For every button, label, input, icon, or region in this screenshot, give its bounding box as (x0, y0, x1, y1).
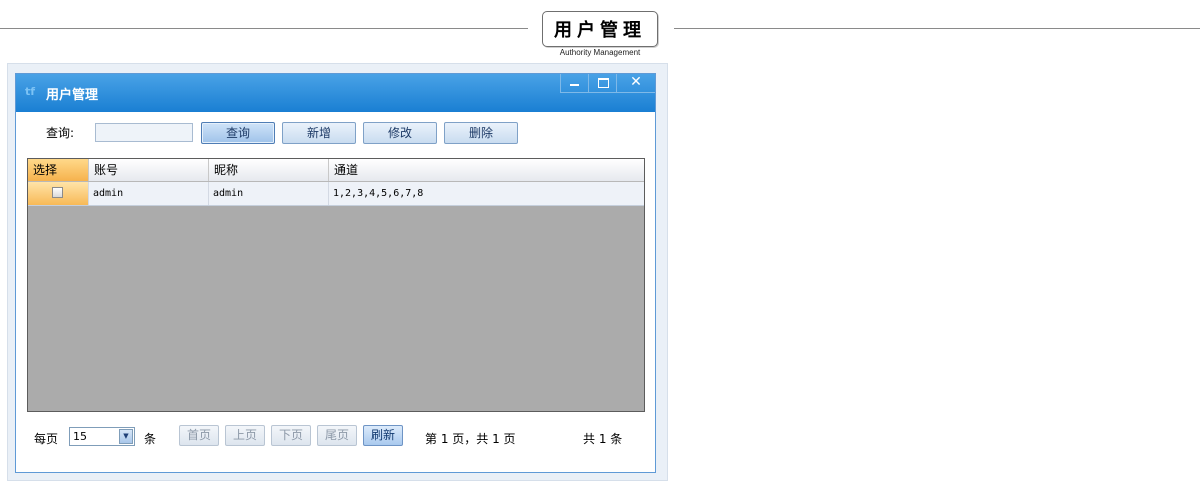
row-channels: 1,2,3,4,5,6,7,8 (333, 188, 424, 199)
next-page-button[interactable]: 下页 (271, 425, 311, 446)
window-title: 用户管理 (46, 88, 99, 103)
minimize-icon (570, 84, 579, 86)
last-page-button[interactable]: 尾页 (317, 425, 357, 446)
user-grid: 选择 账号 昵称 通道 admin admin 1,2,3,4,5,6,7,8 (27, 158, 645, 412)
header-rule-right (674, 28, 1200, 29)
window-titlebar[interactable]: tf 用户管理 ✕ (16, 74, 655, 112)
total-info: 共 1 条 (583, 432, 623, 446)
query-label: 查询: (46, 126, 75, 140)
column-nickname[interactable]: 昵称 (209, 159, 329, 181)
query-button[interactable]: 查询 (201, 122, 275, 144)
maximize-button[interactable] (588, 74, 616, 93)
add-button[interactable]: 新增 (282, 122, 356, 144)
prev-page-button[interactable]: 上页 (225, 425, 265, 446)
close-icon: ✕ (630, 74, 642, 90)
close-button[interactable]: ✕ (616, 74, 655, 93)
column-select[interactable]: 选择 (28, 159, 89, 181)
grid-header: 选择 账号 昵称 通道 (28, 159, 644, 182)
query-input[interactable] (95, 123, 193, 142)
edit-button[interactable]: 修改 (363, 122, 437, 144)
unit-label: 条 (144, 432, 157, 446)
page-subtitle: Authority Management (559, 48, 641, 57)
app-logo-icon: tf (25, 85, 36, 98)
per-page-value: 15 (73, 430, 87, 443)
row-select-cell (28, 182, 89, 205)
row-checkbox[interactable] (52, 187, 63, 198)
maximize-icon (598, 78, 609, 88)
per-page-select[interactable]: 15 ▼ (69, 427, 135, 446)
column-account[interactable]: 账号 (89, 159, 209, 181)
page-info: 第 1 页，共 1 页 (425, 432, 516, 446)
refresh-button[interactable]: 刷新 (363, 425, 403, 446)
pager: 每页 15 ▼ 条 首页 上页 下页 尾页 刷新 第 1 页，共 1 页 共 1… (16, 422, 655, 452)
row-nickname: admin (209, 182, 329, 205)
header-rule-left (0, 28, 528, 29)
row-account: admin (89, 182, 209, 205)
page-title: 用户管理 (542, 11, 658, 47)
delete-button[interactable]: 删除 (444, 122, 518, 144)
minimize-button[interactable] (560, 74, 588, 93)
first-page-button[interactable]: 首页 (179, 425, 219, 446)
column-channels[interactable]: 通道 (329, 159, 644, 181)
table-row[interactable]: admin admin 1,2,3,4,5,6,7,8 (28, 182, 644, 206)
per-page-label: 每页 (34, 432, 59, 446)
user-management-window: tf 用户管理 ✕ 查询: 查询 新增 修改 删除 选择 账号 昵称 通道 ad… (15, 73, 656, 473)
chevron-down-icon[interactable]: ▼ (119, 429, 133, 444)
